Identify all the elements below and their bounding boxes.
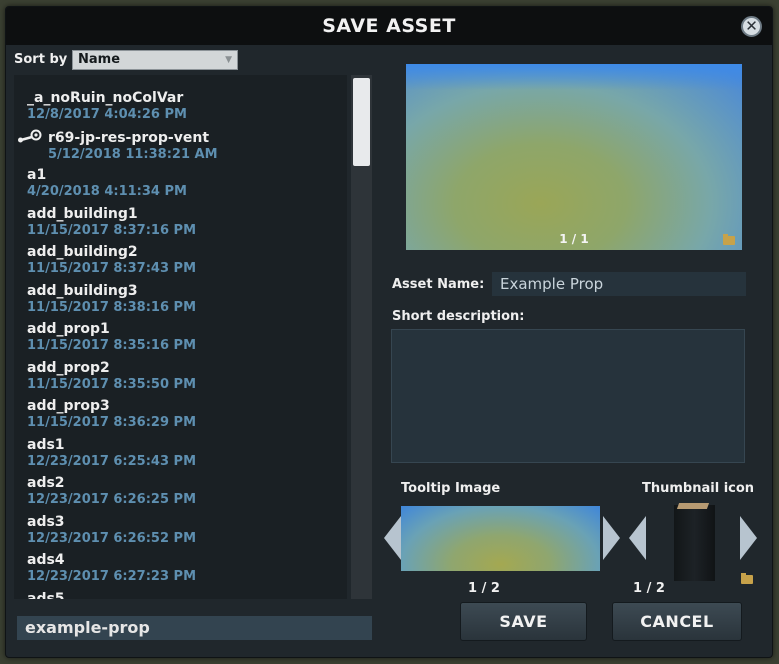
list-item[interactable]: ads3 12/23/2017 6:26:52 PM <box>27 514 196 547</box>
asset-name-text: add_building2 <box>27 244 138 260</box>
asset-date: 11/15/2017 8:38:16 PM <box>27 299 196 315</box>
asset-name: ads4 <box>27 552 196 569</box>
preview-counter: 1 / 1 <box>559 232 589 246</box>
close-icon[interactable]: ✕ <box>741 16 762 37</box>
asset-date: 4/20/2018 4:11:34 PM <box>27 184 187 199</box>
asset-name: add_prop2 <box>27 360 196 377</box>
asset-name-text: ads1 <box>27 436 65 453</box>
short-description-label: Short description: <box>392 309 525 324</box>
asset-name-text: add_building1 <box>27 205 138 222</box>
asset-list[interactable]: _a_noRuin_noColVar 12/8/2017 4:04:26 PM r6… <box>14 75 347 599</box>
cancel-button[interactable]: CANCEL <box>612 602 742 641</box>
asset-name-text: ads2 <box>27 475 65 491</box>
tooltip-image <box>401 506 600 571</box>
list-item[interactable]: ads1 12/23/2017 6:25:43 PM <box>27 437 196 470</box>
asset-name-text: add_prop2 <box>27 359 110 376</box>
list-item[interactable]: a1 4/20/2018 4:11:34 PM <box>27 167 187 200</box>
asset-date: 12/23/2017 6:26:52 PM <box>27 530 196 546</box>
sort-dropdown[interactable]: Name ▼ <box>72 50 238 70</box>
filename-input[interactable]: example-prop <box>17 616 372 640</box>
thumbnail-icon-label: Thumbnail icon <box>642 481 755 496</box>
asset-name: ads5 <box>27 591 65 600</box>
dialog-title: SAVE ASSET <box>322 15 456 37</box>
tooltip-prev-arrow-icon[interactable] <box>384 516 401 560</box>
asset-name: ads2 <box>27 475 196 492</box>
list-item[interactable]: _a_noRuin_noColVar 12/8/2017 4:04:26 PM <box>27 90 187 123</box>
list-item[interactable]: add_prop1 11/15/2017 8:35:16 PM <box>27 321 196 354</box>
asset-name-text: ads3 <box>27 513 65 530</box>
folder-icon[interactable] <box>741 573 753 584</box>
asset-name-text: r69-jp-res-prop-vent <box>48 129 210 146</box>
sort-by-label: Sort by <box>14 52 68 67</box>
asset-name-label: Asset Name: <box>392 277 485 292</box>
asset-name-input[interactable]: Example Prop <box>492 272 746 296</box>
tooltip-image-counter: 1 / 2 <box>468 581 500 596</box>
asset-name: ads1 <box>27 437 196 454</box>
asset-name-text: _a_noRuin_noColVar <box>27 90 184 106</box>
asset-name: add_building2 <box>27 244 196 261</box>
list-item[interactable]: ads4 12/23/2017 6:27:23 PM <box>27 552 196 585</box>
steam-icon <box>16 129 42 143</box>
asset-name-text: add_building3 <box>27 282 138 299</box>
asset-date: 12/23/2017 6:26:25 PM <box>27 492 196 507</box>
asset-date: 11/15/2017 8:37:43 PM <box>27 261 196 276</box>
save-button[interactable]: SAVE <box>460 602 587 641</box>
thumbnail-icon-counter: 1 / 2 <box>633 581 665 596</box>
asset-date: 12/23/2017 6:27:23 PM <box>27 569 196 584</box>
asset-name: a1 <box>27 167 187 184</box>
list-item[interactable]: add_prop3 11/15/2017 8:36:29 PM <box>27 398 196 431</box>
asset-name: add_prop3 <box>27 398 196 415</box>
asset-name: ads3 <box>27 514 196 531</box>
chevron-down-icon: ▼ <box>225 55 232 65</box>
tooltip-next-arrow-icon[interactable] <box>603 516 620 560</box>
asset-name-text: add_prop1 <box>27 321 110 337</box>
thumbnail-next-arrow-icon[interactable] <box>740 516 757 560</box>
folder-icon[interactable] <box>723 234 735 245</box>
asset-name: add_building1 <box>27 206 196 223</box>
thumbnail-image <box>674 505 715 581</box>
list-item[interactable]: ads5 <box>27 591 65 600</box>
tooltip-image-label: Tooltip Image <box>401 481 501 496</box>
list-item[interactable]: add_building3 11/15/2017 8:38:16 PM <box>27 283 196 316</box>
asset-date: 12/8/2017 4:04:26 PM <box>27 107 187 122</box>
asset-date: 11/15/2017 8:36:29 PM <box>27 415 196 430</box>
preview-image: 1 / 1 <box>406 64 742 250</box>
asset-name-text: ads4 <box>27 552 65 568</box>
asset-date: 12/23/2017 6:25:43 PM <box>27 453 196 469</box>
title-bar: SAVE ASSET ✕ <box>6 7 772 45</box>
asset-date: 5/12/2018 11:38:21 AM <box>48 146 218 162</box>
save-asset-dialog: SAVE ASSET ✕ Sort by Name ▼ _a_noRuin_no… <box>5 6 773 658</box>
sort-selected-value: Name <box>78 52 121 67</box>
asset-date: 11/15/2017 8:37:16 PM <box>27 222 196 238</box>
thumbnail-prev-arrow-icon[interactable] <box>629 516 646 560</box>
asset-date: 11/15/2017 8:35:16 PM <box>27 338 196 353</box>
asset-name-text: ads5 <box>27 590 65 600</box>
asset-name: add_building3 <box>27 283 196 300</box>
short-description-textarea[interactable] <box>391 329 745 463</box>
asset-date: 11/15/2017 8:35:50 PM <box>27 376 196 392</box>
asset-name-text: add_prop3 <box>27 398 110 414</box>
asset-name-text: a1 <box>27 167 47 183</box>
list-item[interactable]: r69-jp-res-prop-vent 5/12/2018 11:38:21 A… <box>16 129 218 163</box>
list-item[interactable]: add_building1 11/15/2017 8:37:16 PM <box>27 206 196 239</box>
list-item[interactable]: add_prop2 11/15/2017 8:35:50 PM <box>27 360 196 393</box>
asset-list-scrollbar[interactable] <box>351 75 372 599</box>
scrollbar-thumb[interactable] <box>353 78 370 166</box>
list-item[interactable]: ads2 12/23/2017 6:26:25 PM <box>27 475 196 508</box>
asset-name: r69-jp-res-prop-vent <box>16 129 218 147</box>
asset-name: add_prop1 <box>27 321 196 338</box>
list-item[interactable]: add_building2 11/15/2017 8:37:43 PM <box>27 244 196 277</box>
asset-name: _a_noRuin_noColVar <box>27 90 187 107</box>
